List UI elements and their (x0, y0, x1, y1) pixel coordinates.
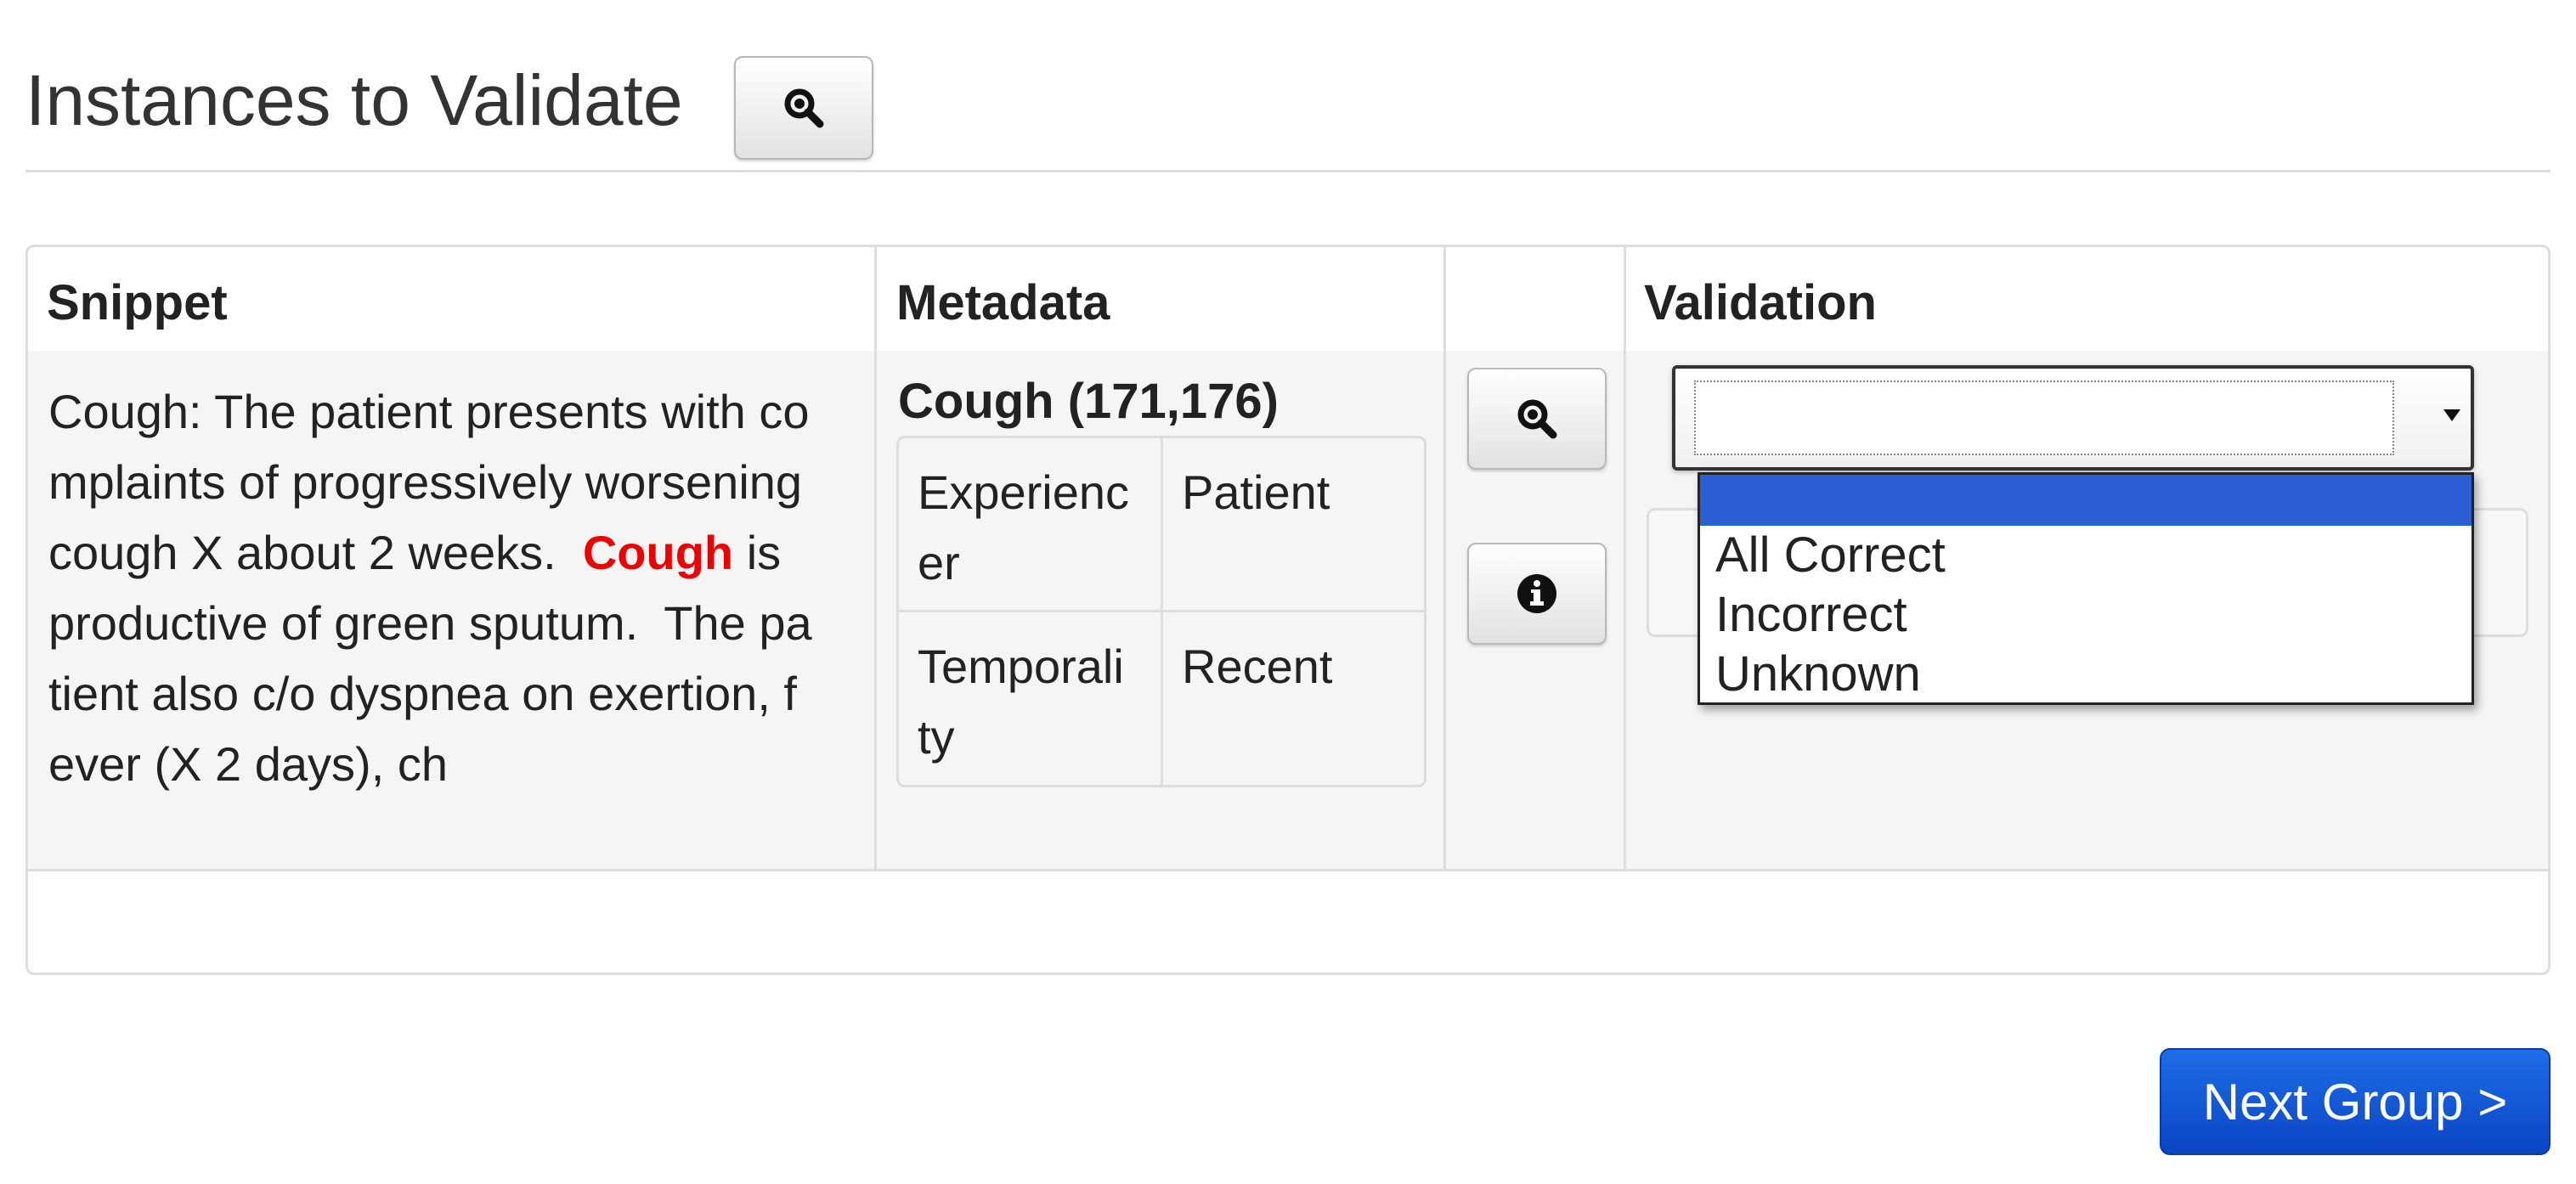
snippet-text: Cough: The patient presents with co mpla… (48, 376, 873, 799)
snippet-line: productive of green sputum. The pa (48, 596, 812, 650)
option-all-correct[interactable]: All Correct (1700, 526, 2471, 585)
next-group-button[interactable]: Next Group > (2160, 1048, 2551, 1155)
option-empty[interactable] (1700, 475, 2471, 526)
metadata-key-line: Temporali (918, 640, 1124, 693)
validation-options-list: All Correct Incorrect Unknown (1698, 472, 2474, 705)
metadata-key-line: ty (918, 710, 955, 764)
column-divider (874, 247, 877, 869)
title-divider (25, 170, 2551, 172)
metadata-value: Patient (1182, 465, 1330, 519)
column-divider (1443, 247, 1446, 869)
option-unknown[interactable]: Unknown (1700, 645, 2471, 704)
snippet-line-text: is (733, 526, 782, 579)
metadata-key-line: er (918, 536, 960, 589)
snippet-line: mplaints of progressively worsening (48, 455, 803, 509)
metadata-key-line: Experienc (918, 465, 1130, 519)
option-incorrect[interactable]: Incorrect (1700, 585, 2471, 645)
header-snippet: Snippet (47, 275, 228, 330)
metadata-attributes-table: Experienc er Patient Temporali ty Recent (896, 436, 1426, 787)
metadata-key: Temporali ty (899, 612, 1161, 785)
page-title: Instances to Validate (25, 60, 683, 140)
snippet-line: cough X about 2 weeks. Cough is (48, 517, 873, 588)
snippet-line: tient also c/o dyspnea on exertion, f (48, 667, 797, 720)
snippet-line: Cough: The patient presents with co (48, 385, 810, 438)
validation-select-value (1694, 381, 2394, 455)
search-zoom-icon (784, 88, 824, 128)
snippet-line: ever (X 2 days), ch (48, 737, 448, 791)
info-button[interactable] (1467, 543, 1607, 645)
metadata-value: Recent (1182, 640, 1333, 693)
title-search-button[interactable] (734, 56, 873, 160)
snippet-line-text: cough X about 2 weeks. (48, 526, 583, 579)
column-divider (1624, 247, 1626, 869)
metadata-title: Cough (171,176) (898, 374, 1279, 429)
header-metadata: Metadata (896, 275, 1110, 330)
chevron-down-icon (2443, 409, 2460, 421)
search-zoom-icon (1517, 399, 1557, 439)
header-validation: Validation (1644, 275, 1877, 330)
highlighted-term: Cough (582, 526, 734, 579)
table-header-row: Snippet Metadata Validation (28, 247, 2548, 353)
view-instance-button[interactable] (1467, 368, 1607, 470)
metadata-key: Experienc er (899, 438, 1161, 617)
validation-select[interactable] (1672, 365, 2474, 471)
info-icon (1517, 574, 1556, 613)
